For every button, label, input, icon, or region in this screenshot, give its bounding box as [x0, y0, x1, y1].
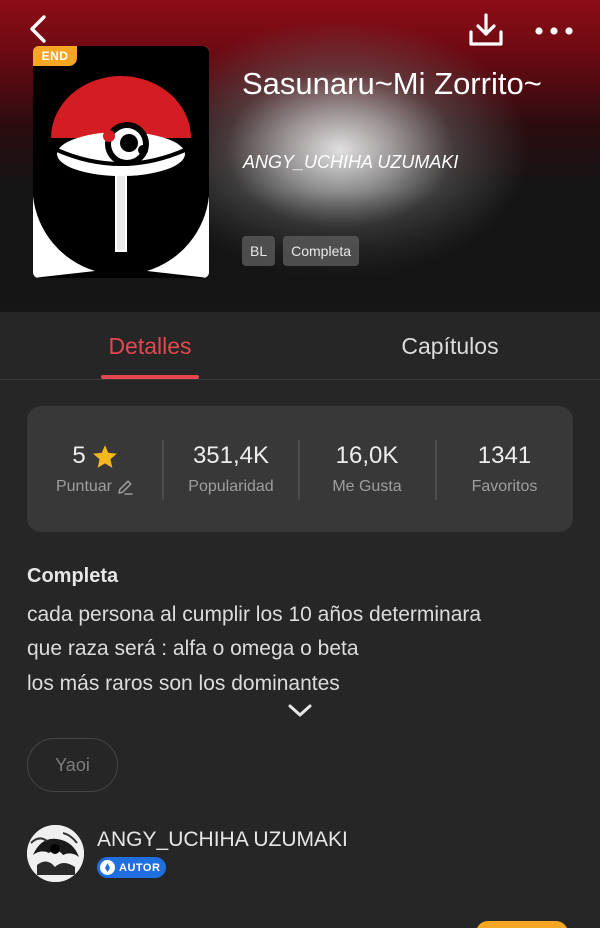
- back-icon[interactable]: [22, 12, 56, 46]
- uchiha-fan-cover-art: [33, 46, 209, 278]
- likes-label: Me Gusta: [332, 478, 402, 495]
- author-avatar[interactable]: [27, 825, 84, 882]
- genre-tag[interactable]: Yaoi: [27, 738, 118, 792]
- stats-card: 5 Puntuar 351,4K Popularidad 16,0K Me Gu…: [27, 406, 573, 532]
- pencil-icon: [118, 480, 133, 495]
- status-heading: Completa: [27, 565, 119, 587]
- tag-status[interactable]: Completa: [283, 236, 360, 266]
- chevron-down-icon[interactable]: [284, 700, 316, 722]
- description-line: los más raros son los dominantes: [27, 672, 340, 695]
- follow-button[interactable]: [476, 921, 568, 928]
- rating-value: 5: [72, 442, 86, 469]
- favorites-label: Favoritos: [471, 478, 538, 495]
- end-badge: END: [33, 46, 77, 66]
- rating-label: Puntuar: [55, 478, 113, 495]
- stat-rating[interactable]: 5 Puntuar: [27, 406, 163, 532]
- tab-bar: Detalles Capítulos: [0, 312, 600, 380]
- stat-popularity: 351,4K Popularidad: [163, 406, 299, 532]
- description-line: que raza será : alfa o omega o beta: [27, 637, 359, 660]
- popularity-label: Popularidad: [188, 478, 274, 495]
- tag-bl[interactable]: BL: [242, 236, 276, 266]
- favorites-value: 1341: [477, 442, 532, 469]
- description-line: cada persona al cumplir los 10 años dete…: [27, 603, 482, 626]
- author-badge: AUTOR: [97, 857, 167, 878]
- author-name[interactable]: ANGY_UCHIHA UZUMAKI: [97, 828, 348, 852]
- badge-pen-icon: [100, 860, 115, 875]
- more-options-icon[interactable]: [532, 16, 576, 46]
- likes-value: 16,0K: [335, 442, 399, 469]
- popularity-value: 351,4K: [192, 442, 270, 469]
- book-cover[interactable]: END: [33, 46, 209, 278]
- avatar-image: [27, 825, 84, 882]
- download-icon[interactable]: [466, 12, 506, 48]
- tab-chapters[interactable]: Capítulos: [360, 312, 540, 380]
- author-badge-label: AUTOR: [119, 861, 161, 874]
- header-tags: BL Completa: [242, 236, 360, 266]
- tab-details[interactable]: Detalles: [60, 312, 240, 380]
- book-title: Sasunaru~Mi Zorrito~: [242, 66, 542, 101]
- active-tab-indicator: [101, 375, 199, 379]
- stat-favorites: 1341 Favoritos: [436, 406, 573, 532]
- stat-likes: 16,0K Me Gusta: [299, 406, 435, 532]
- star-icon: [92, 444, 117, 468]
- book-header: END Sasunaru~Mi Zorrito~ ANGY_UCHIHA UZU…: [0, 0, 600, 312]
- book-author[interactable]: ANGY_UCHIHA UZUMAKI: [243, 152, 458, 173]
